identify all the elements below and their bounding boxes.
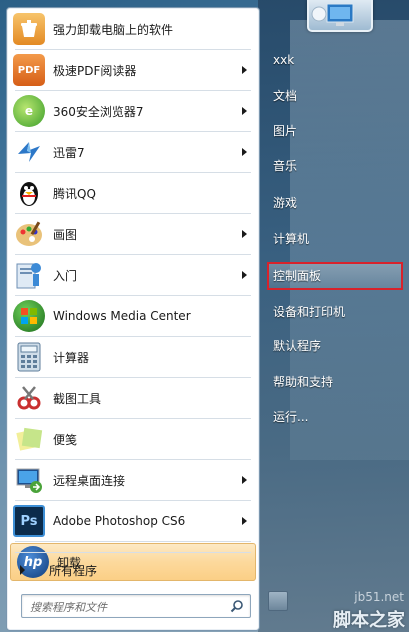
program-item-pdf-reader[interactable]: PDF 极速PDF阅读器 [7, 51, 259, 89]
program-item-xunlei[interactable]: 迅雷7 [7, 133, 259, 171]
program-label: 极速PDF阅读器 [53, 63, 137, 78]
all-programs-label: 所有程序 [49, 563, 98, 578]
paint-palette-icon [13, 218, 45, 250]
shutdown-button[interactable] [268, 591, 288, 611]
submenu-arrow-icon[interactable] [242, 517, 247, 525]
right-item-documents[interactable]: 文档 [273, 84, 297, 108]
divider [15, 377, 251, 378]
right-item-control-panel[interactable]: 控制面板 [273, 264, 321, 288]
program-label: 入门 [53, 268, 78, 283]
program-item-calculator[interactable]: 计算器 [7, 338, 259, 376]
divider [15, 418, 251, 419]
search-icon[interactable] [230, 599, 244, 613]
right-item-computer[interactable]: 计算机 [273, 227, 309, 251]
divider [15, 49, 251, 50]
program-label: 远程桌面连接 [53, 473, 126, 488]
program-item-getting-started[interactable]: 入门 [7, 256, 259, 294]
xunlei-icon [13, 136, 45, 168]
program-item-qq[interactable]: 腾讯QQ [7, 174, 259, 212]
right-item-run[interactable]: 运行... [273, 405, 308, 429]
divider [15, 500, 251, 501]
program-item-uninstaller[interactable]: 强力卸载电脑上的软件 [7, 10, 259, 48]
program-list: 强力卸载电脑上的软件 PDF 极速PDF阅读器 e 360安全浏览器7 迅雷7 [7, 10, 259, 581]
user-picture[interactable] [307, 0, 373, 32]
program-label: 截图工具 [53, 391, 102, 406]
program-item-360-browser[interactable]: e 360安全浏览器7 [7, 92, 259, 130]
windows-media-center-icon [13, 300, 45, 332]
program-label: 腾讯QQ [53, 186, 96, 201]
calculator-icon [13, 341, 45, 373]
program-label: 360安全浏览器7 [53, 104, 144, 119]
program-label: 计算器 [53, 350, 90, 365]
right-item-user[interactable]: xxk [273, 48, 294, 72]
watermark-brand: 脚本之家 [333, 610, 405, 631]
program-label: 强力卸载电脑上的软件 [53, 22, 174, 37]
program-item-sticky-notes[interactable]: 便笺 [7, 420, 259, 458]
divider [15, 90, 251, 91]
getting-started-icon [13, 259, 45, 291]
divider [15, 131, 251, 132]
photoshop-icon: Ps [13, 505, 45, 537]
program-label: 迅雷7 [53, 145, 85, 160]
program-item-snipping-tool[interactable]: 截图工具 [7, 379, 259, 417]
all-programs-button[interactable]: 所有程序 [7, 556, 259, 584]
remote-desktop-icon [13, 464, 45, 496]
submenu-arrow-icon[interactable] [242, 271, 247, 279]
submenu-arrow-icon[interactable] [242, 66, 247, 74]
divider [15, 295, 251, 296]
program-label: Windows Media Center [53, 309, 191, 323]
browser-360-icon: e [13, 95, 45, 127]
program-label: 便笺 [53, 432, 78, 447]
divider [15, 172, 251, 173]
monitor-icon [311, 3, 354, 26]
submenu-arrow-icon[interactable] [242, 476, 247, 484]
watermark-site: jb51.net [354, 590, 404, 604]
divider [15, 541, 251, 542]
pdf-reader-icon: PDF [13, 54, 45, 86]
program-item-paint[interactable]: 画图 [7, 215, 259, 253]
divider [15, 254, 251, 255]
qq-penguin-icon [13, 177, 45, 209]
submenu-arrow-icon[interactable] [242, 230, 247, 238]
divider [15, 552, 251, 553]
right-item-games[interactable]: 游戏 [273, 191, 297, 215]
program-label: Adobe Photoshop CS6 [53, 514, 186, 528]
divider [15, 336, 251, 337]
right-item-devices-printers[interactable]: 设备和打印机 [273, 300, 345, 324]
sticky-notes-icon [13, 423, 45, 455]
uninstall-tool-icon [13, 13, 45, 45]
right-item-default-programs[interactable]: 默认程序 [273, 334, 321, 358]
divider [15, 459, 251, 460]
start-menu-left-pane: 强力卸载电脑上的软件 PDF 极速PDF阅读器 e 360安全浏览器7 迅雷7 [6, 7, 260, 631]
right-item-music[interactable]: 音乐 [273, 154, 297, 178]
program-item-photoshop[interactable]: Ps Adobe Photoshop CS6 [7, 502, 259, 540]
program-item-remote-desktop[interactable]: 远程桌面连接 [7, 461, 259, 499]
right-item-help-support[interactable]: 帮助和支持 [273, 370, 333, 394]
right-item-pictures[interactable]: 图片 [273, 119, 297, 143]
divider [15, 213, 251, 214]
program-label: 画图 [53, 227, 78, 242]
submenu-arrow-icon[interactable] [242, 107, 247, 115]
expand-arrow-icon [20, 565, 25, 575]
search-box[interactable] [21, 594, 251, 618]
submenu-arrow-icon[interactable] [242, 148, 247, 156]
snipping-tool-icon [13, 382, 45, 414]
search-input[interactable] [28, 598, 222, 616]
program-item-media-center[interactable]: Windows Media Center [7, 297, 259, 335]
